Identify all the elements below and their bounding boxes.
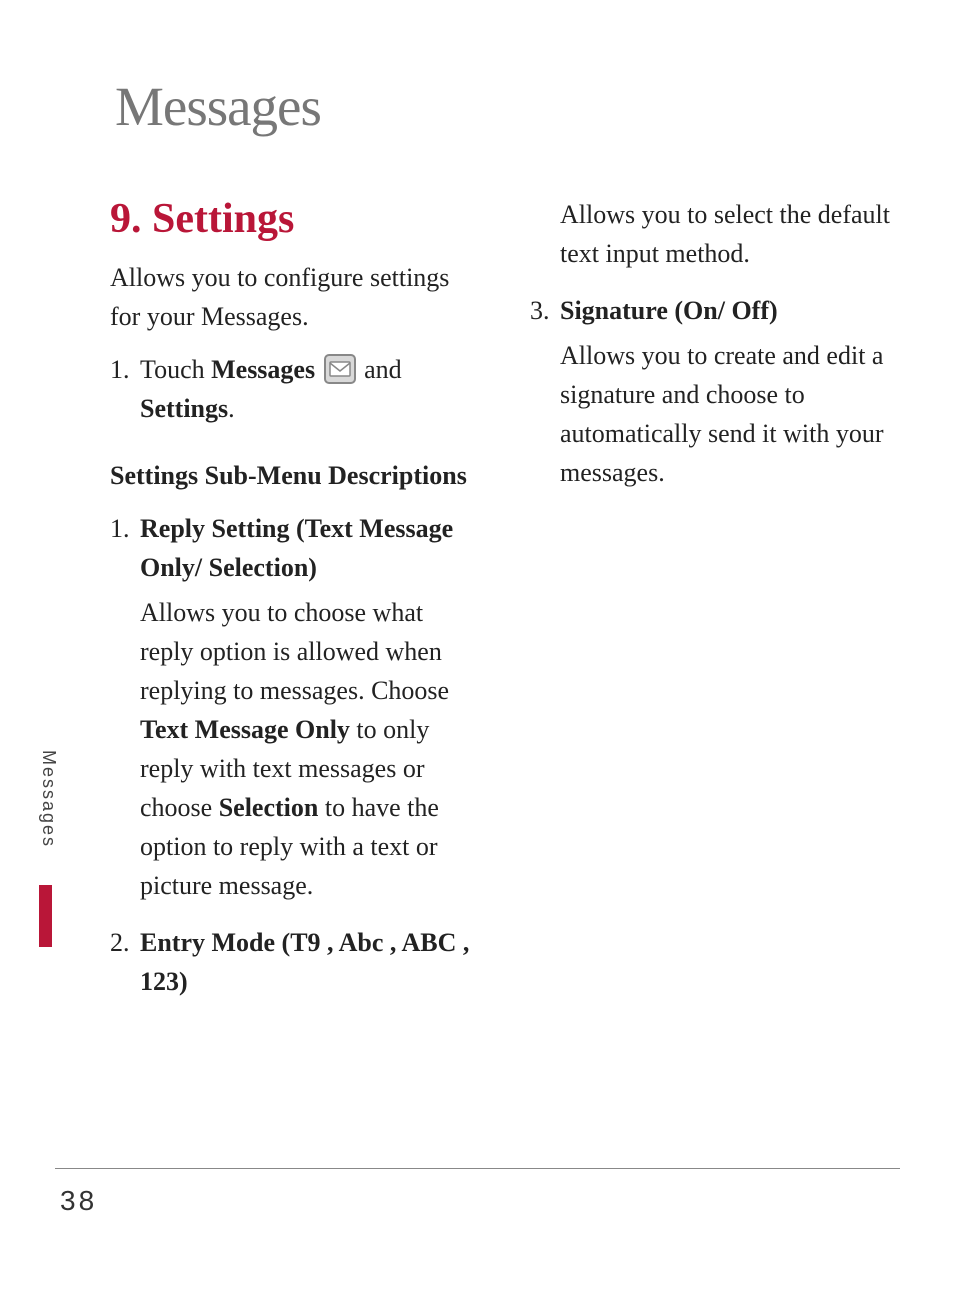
- left-column: Allows you to configure settings for you…: [110, 258, 480, 1007]
- step-keyword: Settings: [140, 394, 228, 423]
- submenu-item: 2. Entry Mode (T9 , Abc , ABC , 123): [110, 923, 480, 1001]
- desc-text: Allows you to choose what reply option i…: [140, 598, 449, 705]
- sub-heading: Settings Sub-Menu Descriptions: [110, 456, 480, 495]
- step-item: 1. Touch Messages and Settings.: [110, 350, 480, 428]
- submenu-item: 3. Signature (On/ Off): [530, 291, 900, 330]
- step-keyword: Messages: [211, 355, 315, 384]
- item-title: Reply Setting (Text Message Only/ Select…: [140, 509, 480, 587]
- page-title: Messages: [115, 75, 321, 138]
- step-text: Touch: [140, 355, 211, 384]
- messages-icon: [324, 354, 356, 384]
- step-body: Touch Messages and Settings.: [140, 350, 480, 428]
- footer-divider: [55, 1168, 900, 1169]
- section-marker: [39, 885, 52, 947]
- item-number: 1.: [110, 509, 140, 587]
- item-description: Allows you to select the default text in…: [560, 195, 900, 273]
- item-description: Allows you to create and edit a signatur…: [560, 336, 900, 492]
- step-number: 1.: [110, 350, 140, 428]
- desc-keyword: Text Message Only: [140, 715, 350, 744]
- page-number: 38: [60, 1185, 97, 1217]
- intro-paragraph: Allows you to configure settings for you…: [110, 258, 480, 336]
- submenu-item: 1. Reply Setting (Text Message Only/ Sel…: [110, 509, 480, 587]
- step-text: .: [228, 394, 235, 423]
- right-column: Allows you to select the default text in…: [530, 195, 900, 510]
- section-tab-label: Messages: [38, 750, 59, 848]
- item-number: 3.: [530, 291, 560, 330]
- desc-keyword: Selection: [219, 793, 319, 822]
- item-number: 2.: [110, 923, 140, 1001]
- manual-page: Messages 9. Settings Allows you to confi…: [0, 0, 954, 1291]
- step-text: and: [364, 355, 402, 384]
- item-description: Allows you to choose what reply option i…: [140, 593, 480, 905]
- item-title: Signature (On/ Off): [560, 291, 900, 330]
- section-heading: 9. Settings: [110, 195, 294, 243]
- item-title: Entry Mode (T9 , Abc , ABC , 123): [140, 923, 480, 1001]
